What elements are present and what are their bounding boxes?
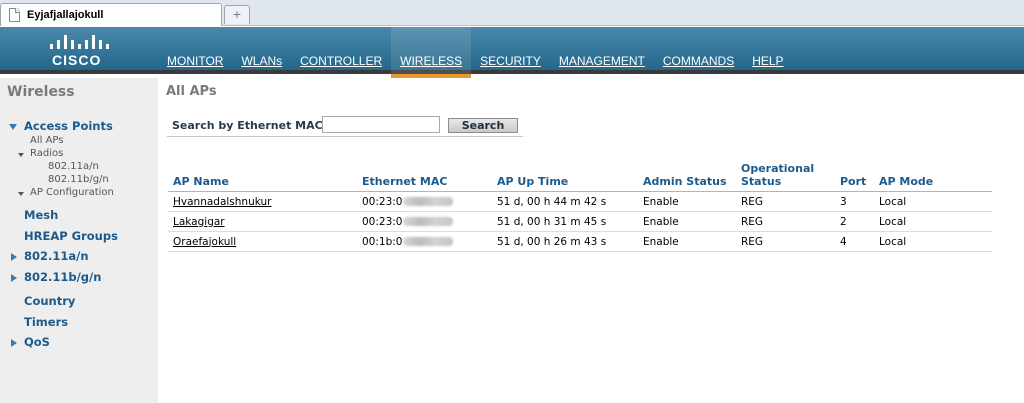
redacted-mac [403,197,454,206]
nav-wlans[interactable]: WLANs [232,27,291,74]
column-header-ap-mode: AP Mode [874,162,992,192]
table-header-row: AP Name Ethernet MAC AP Up Time Admin St… [168,162,992,192]
sidebar-title: Wireless [7,84,75,100]
column-header-port: Port [835,162,874,192]
port: 2 [835,211,874,232]
search-button[interactable]: Search [448,118,518,133]
sidebar-item-country[interactable]: Country [24,294,75,308]
sidebar-item-ap-configuration[interactable]: AP Configuration [30,187,114,198]
sidebar-item-radios[interactable]: Radios [30,148,63,159]
ap-name-link[interactable]: Lakagigar [168,211,357,232]
expand-right-icon[interactable] [11,339,17,347]
sidebar-item-hreap-groups[interactable]: HREAP Groups [24,229,118,243]
main-nav: MONITOR WLANs CONTROLLER WIRELESS SECURI… [158,27,793,78]
browser-tab[interactable]: Eyjafjallajokull [0,3,222,26]
table-row: Oraefajokull 00:1b:0 51 d, 00 h 26 m 43 … [168,231,992,252]
redacted-mac [403,217,454,226]
mac-prefix: 00:23:0 [362,215,403,228]
nav-commands[interactable]: COMMANDS [654,27,743,74]
ap-name-link[interactable]: Oraefajokull [168,231,357,252]
expand-down-icon[interactable] [9,124,17,130]
admin-status: Enable [638,191,736,212]
column-header-operational-status: Operational Status [736,162,835,192]
sidebar-item-timers[interactable]: Timers [24,315,68,329]
sidebar-item-radio-a[interactable]: 802.11a/n [48,161,99,172]
expand-down-icon[interactable] [18,192,24,196]
nav-security[interactable]: SECURITY [471,27,550,74]
mac-prefix: 00:1b:0 [362,235,403,248]
nav-controller[interactable]: CONTROLLER [291,27,391,74]
nav-wireless[interactable]: WIRELESS [391,27,472,78]
expand-right-icon[interactable] [11,274,17,282]
port: 3 [835,191,874,212]
sidebar: Wireless Access Points All APs Radios 80… [0,78,158,403]
admin-status: Enable [638,211,736,232]
redacted-mac [403,237,454,246]
ap-up-time: 51 d, 00 h 44 m 42 s [492,191,638,212]
ap-mode: Local [874,211,992,232]
ap-up-time: 51 d, 00 h 31 m 45 s [492,211,638,232]
cisco-logo-icon [48,33,110,49]
column-header-admin-status: Admin Status [638,162,736,192]
document-icon [9,8,20,22]
column-header-ap-up-time: AP Up Time [492,162,638,192]
sidebar-item-all-aps[interactable]: All APs [30,135,63,146]
ap-mode: Local [874,231,992,252]
ap-table: AP Name Ethernet MAC AP Up Time Admin St… [168,162,992,252]
search-panel: Search by Ethernet MAC Search [167,113,523,137]
ap-up-time: 51 d, 00 h 26 m 43 s [492,231,638,252]
search-mac-input[interactable] [322,116,440,133]
operational-status: REG [736,211,835,232]
sidebar-item-802-11bgn[interactable]: 802.11b/g/n [24,270,101,284]
mac-prefix: 00:23:0 [362,195,403,208]
ethernet-mac: 00:1b:0 [357,231,492,252]
nav-monitor[interactable]: MONITOR [158,27,232,74]
admin-status: Enable [638,231,736,252]
operational-status: REG [736,231,835,252]
column-header-ethernet-mac: Ethernet MAC [357,162,492,192]
ethernet-mac: 00:23:0 [357,211,492,232]
ap-name-link[interactable]: Hvannadalshnukur [168,191,357,212]
nav-management[interactable]: MANAGEMENT [550,27,654,74]
top-header: CISCO MONITOR WLANs CONTROLLER WIRELESS … [0,27,1024,78]
sidebar-item-802-11an[interactable]: 802.11a/n [24,249,89,263]
sidebar-item-mesh[interactable]: Mesh [24,208,58,222]
table-row: Lakagigar 00:23:0 51 d, 00 h 31 m 45 s E… [168,211,992,232]
browser-tab-strip: Eyjafjallajokull + [0,0,1024,26]
sidebar-item-access-points[interactable]: Access Points [24,119,113,133]
search-label: Search by Ethernet MAC [172,119,323,132]
expand-down-icon[interactable] [18,153,24,157]
sidebar-item-radio-bg[interactable]: 802.11b/g/n [48,174,109,185]
cisco-logo-text: CISCO [52,52,102,68]
page-title: All APs [166,84,217,99]
browser-tab-title: Eyjafjallajokull [27,9,104,21]
table-row: Hvannadalshnukur 00:23:0 51 d, 00 h 44 m… [168,191,992,212]
port: 4 [835,231,874,252]
nav-help[interactable]: HELP [743,27,792,74]
operational-status: REG [736,191,835,212]
ap-mode: Local [874,191,992,212]
expand-right-icon[interactable] [11,253,17,261]
ethernet-mac: 00:23:0 [357,191,492,212]
column-header-ap-name: AP Name [168,162,357,192]
new-tab-button[interactable]: + [224,5,250,24]
sidebar-item-qos[interactable]: QoS [24,335,50,349]
